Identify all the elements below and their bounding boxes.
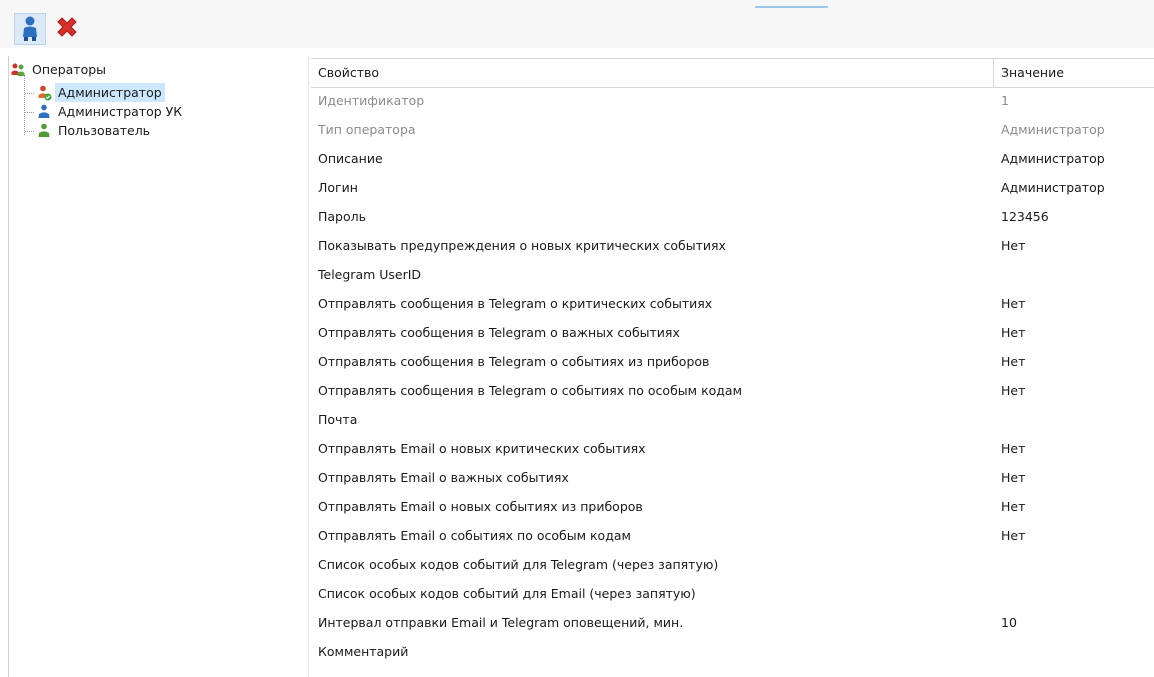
- property-name: Отправлять Email о важных событиях: [318, 470, 569, 485]
- tree-root-operators[interactable]: Операторы: [10, 60, 106, 79]
- property-name: Отправлять Email о событиях по особым ко…: [318, 528, 631, 543]
- property-value[interactable]: Администратор: [1001, 115, 1105, 144]
- property-grid: Свойство Значение Идентификатор 1 Тип опер…: [311, 56, 1154, 677]
- property-name: Логин: [318, 180, 358, 195]
- property-name: Пароль: [318, 209, 366, 224]
- tab-indicator: [755, 6, 828, 8]
- property-row[interactable]: Пароль 123456: [311, 202, 1154, 231]
- property-value[interactable]: 123456: [1001, 202, 1049, 231]
- tree-connector: [25, 93, 34, 94]
- property-row[interactable]: Логин Администратор: [311, 173, 1154, 202]
- tree-border: [8, 56, 9, 677]
- property-name: Тип оператора: [318, 122, 416, 137]
- property-name: Отправлять Email о новых критических соб…: [318, 441, 646, 456]
- property-row[interactable]: Показывать предупреждения о новых критич…: [311, 231, 1154, 260]
- property-name: Описание: [318, 151, 383, 166]
- property-name: Telegram UserID: [318, 267, 422, 282]
- column-header-property[interactable]: Свойство: [311, 59, 994, 87]
- property-value[interactable]: Нет: [1001, 231, 1025, 260]
- property-row[interactable]: Отправлять Email о новых событиях из при…: [311, 492, 1154, 521]
- property-row[interactable]: Отправлять Email о важных событиях Нет: [311, 463, 1154, 492]
- property-row[interactable]: Отправлять Email о событиях по особым ко…: [311, 521, 1154, 550]
- property-value[interactable]: Нет: [1001, 376, 1025, 405]
- property-row[interactable]: Описание Администратор: [311, 144, 1154, 173]
- grid-header: Свойство Значение: [311, 58, 1154, 88]
- property-value[interactable]: Нет: [1001, 463, 1025, 492]
- tree-root-label: Операторы: [32, 62, 107, 77]
- grid-rows: Идентификатор 1 Тип оператора Администратор…: [311, 86, 1154, 666]
- tree-item-label: Администратор: [55, 83, 165, 102]
- property-value[interactable]: Нет: [1001, 289, 1025, 318]
- column-header-value[interactable]: Значение: [994, 59, 1154, 87]
- property-name: Отправлять сообщения в Telegram о критич…: [318, 296, 713, 311]
- tree-connector: [24, 75, 25, 135]
- delete-button[interactable]: [52, 13, 84, 45]
- operator-blue-icon: [36, 104, 52, 120]
- property-name: Почта: [318, 412, 358, 427]
- property-row[interactable]: Отправлять сообщения в Telegram о событи…: [311, 347, 1154, 376]
- tree-item-user[interactable]: Пользователь: [36, 121, 150, 140]
- property-row[interactable]: Отправлять сообщения в Telegram о критич…: [311, 289, 1154, 318]
- operators-tree: Операторы Администратор Администратор УК: [8, 56, 309, 677]
- property-name: Идентификатор: [318, 93, 425, 108]
- admin-operator-icon: [36, 85, 52, 101]
- property-value[interactable]: Нет: [1001, 318, 1025, 347]
- property-name: Список особых кодов событий для Email (ч…: [318, 586, 696, 601]
- tree-connector: [25, 131, 34, 132]
- property-value[interactable]: 1: [1001, 86, 1009, 115]
- property-name: Комментарий: [318, 644, 409, 659]
- property-row[interactable]: Telegram UserID: [311, 260, 1154, 289]
- property-row[interactable]: Тип оператора Администратор: [311, 115, 1154, 144]
- property-value[interactable]: Нет: [1001, 434, 1025, 463]
- tree-connector: [25, 112, 34, 113]
- property-name: Интервал отправки Email и Telegram опове…: [318, 615, 684, 630]
- property-row[interactable]: Комментарий: [311, 637, 1154, 666]
- operators-group-icon: [10, 62, 26, 78]
- red-x-icon: [52, 13, 84, 43]
- property-value[interactable]: Нет: [1001, 521, 1025, 550]
- property-name: Отправлять сообщения в Telegram о событи…: [318, 383, 742, 398]
- operator-green-icon: [36, 123, 52, 139]
- tree-item-label: Администратор УК: [58, 104, 183, 119]
- tree-item-label: Пользователь: [58, 123, 151, 138]
- operator-add-icon: [15, 14, 45, 44]
- property-row[interactable]: Почта: [311, 405, 1154, 434]
- property-value[interactable]: Нет: [1001, 347, 1025, 376]
- property-value[interactable]: Нет: [1001, 492, 1025, 521]
- property-name: Отправлять Email о новых событиях из при…: [318, 499, 643, 514]
- property-row[interactable]: Отправлять сообщения в Telegram о событи…: [311, 376, 1154, 405]
- property-value[interactable]: 10: [1001, 608, 1017, 637]
- add-operator-button[interactable]: [14, 13, 46, 45]
- property-row[interactable]: Отправлять Email о новых критических соб…: [311, 434, 1154, 463]
- property-name: Отправлять сообщения в Telegram о важных…: [318, 325, 680, 340]
- property-row[interactable]: Идентификатор 1: [311, 86, 1154, 115]
- tree-item-administrator[interactable]: Администратор: [36, 83, 165, 102]
- tree-item-administrator-uk[interactable]: Администратор УК: [36, 102, 182, 121]
- property-row[interactable]: Отправлять сообщения в Telegram о важных…: [311, 318, 1154, 347]
- property-row[interactable]: Список особых кодов событий для Email (ч…: [311, 579, 1154, 608]
- toolbar: [0, 0, 1154, 48]
- property-row[interactable]: Интервал отправки Email и Telegram опове…: [311, 608, 1154, 637]
- property-name: Список особых кодов событий для Telegram…: [318, 557, 719, 572]
- property-value[interactable]: Администратор: [1001, 173, 1105, 202]
- property-value[interactable]: Администратор: [1001, 144, 1105, 173]
- property-row[interactable]: Список особых кодов событий для Telegram…: [311, 550, 1154, 579]
- property-name: Отправлять сообщения в Telegram о событи…: [318, 354, 710, 369]
- property-name: Показывать предупреждения о новых критич…: [318, 238, 726, 253]
